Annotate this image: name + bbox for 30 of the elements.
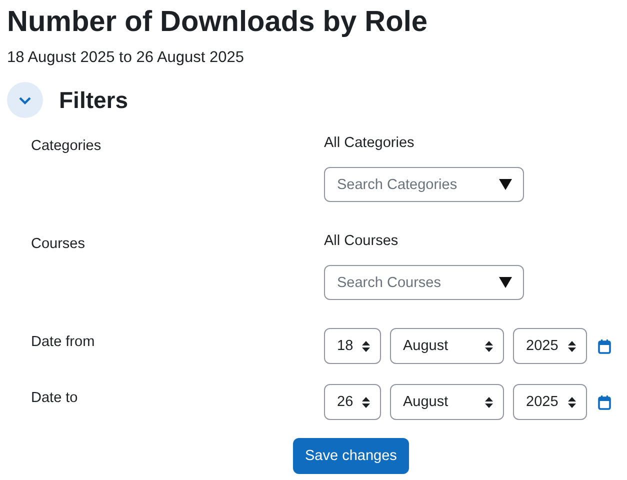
collapse-toggle-button[interactable] xyxy=(7,82,43,118)
date-range-subtitle: 18 August 2025 to 26 August 2025 xyxy=(7,48,246,68)
month-select[interactable]: August xyxy=(390,384,504,420)
dropdown-caret-icon xyxy=(499,277,512,288)
field-label: Categories xyxy=(31,138,102,156)
sort-arrows-icon xyxy=(485,340,493,352)
month-select[interactable]: August xyxy=(390,328,504,364)
chevron-down-icon xyxy=(18,95,32,105)
field-label: Courses xyxy=(31,236,86,254)
day-select[interactable]: 26 xyxy=(324,384,381,420)
calendar-icon[interactable] xyxy=(598,338,611,354)
sort-arrows-icon xyxy=(568,340,576,352)
field-label: Date to xyxy=(31,390,79,408)
page-title: Number of Downloads by Role xyxy=(7,5,429,40)
year-select[interactable]: 2025 xyxy=(513,328,587,364)
search-field[interactable]: Search Courses xyxy=(324,265,524,300)
selection-text: All Courses xyxy=(324,233,400,249)
sort-arrows-icon xyxy=(362,396,370,408)
sort-arrows-icon xyxy=(485,396,493,408)
dropdown-caret-icon xyxy=(499,179,512,190)
filters-heading: Filters xyxy=(59,86,128,114)
calendar-icon[interactable] xyxy=(598,394,611,410)
save-changes-button[interactable]: Save changes xyxy=(293,438,409,474)
sort-arrows-icon xyxy=(568,396,576,408)
sort-arrows-icon xyxy=(362,340,370,352)
search-field[interactable]: Search Categories xyxy=(324,167,524,202)
field-label: Date from xyxy=(31,334,96,352)
day-select[interactable]: 18 xyxy=(324,328,381,364)
year-select[interactable]: 2025 xyxy=(513,384,587,420)
selection-text: All Categories xyxy=(324,135,416,151)
